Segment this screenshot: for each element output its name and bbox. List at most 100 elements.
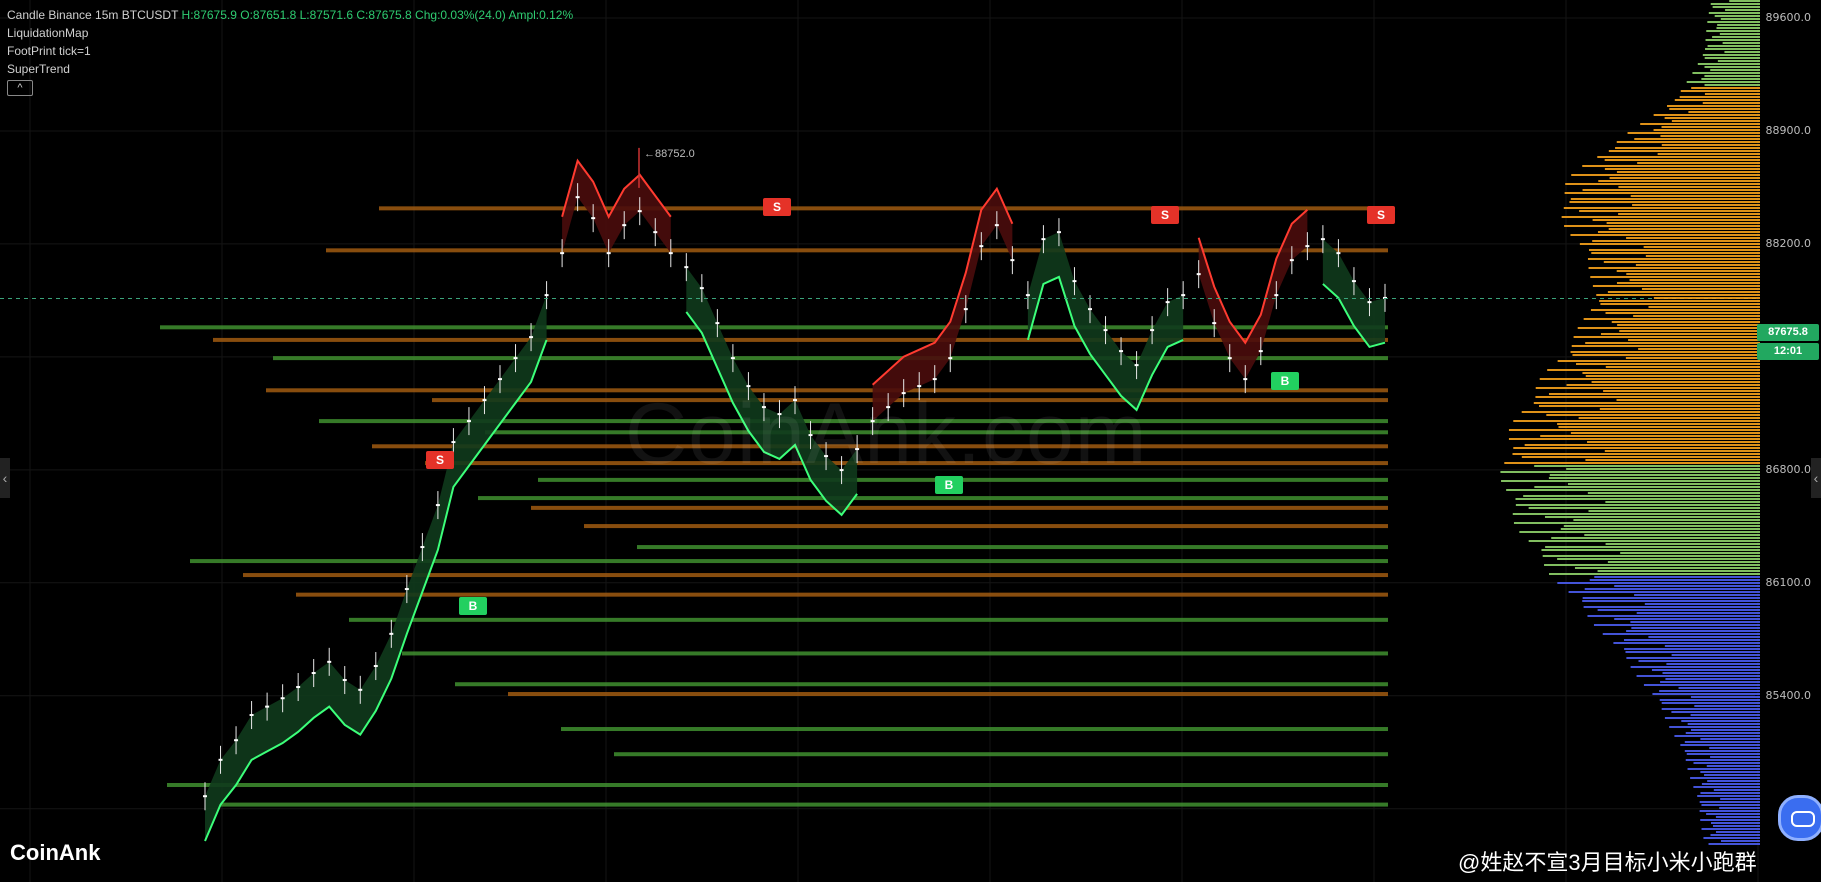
heatmap-bar xyxy=(1599,408,1760,410)
heatmap-bar xyxy=(1568,591,1760,593)
heatmap-bar xyxy=(1512,513,1760,515)
collapse-legend-button[interactable]: ^ xyxy=(7,80,33,96)
heatmap-bar xyxy=(1722,42,1760,44)
heatmap-bar xyxy=(1700,771,1760,773)
heatmap-bar xyxy=(1708,12,1760,14)
heatmap-bar xyxy=(1707,780,1760,782)
heatmap-bar xyxy=(1558,426,1760,428)
liquidation-level xyxy=(584,524,1388,529)
price-tick-label: 89600.0 xyxy=(1765,11,1812,24)
heatmap-bar xyxy=(1544,516,1760,518)
heatmap-bar xyxy=(1674,735,1760,737)
heatmap-bar xyxy=(1705,39,1760,41)
chat-assistant-icon[interactable] xyxy=(1778,795,1821,841)
heatmap-bar xyxy=(1684,750,1760,752)
heatmap-bar xyxy=(1662,672,1760,674)
heatmap-bar xyxy=(1669,726,1760,728)
heatmap-bar xyxy=(1504,462,1760,464)
heatmap-bar xyxy=(1701,783,1760,785)
heatmap-bar xyxy=(1720,798,1760,800)
heatmap-bar xyxy=(1626,657,1760,659)
heatmap-bar xyxy=(1508,438,1760,440)
heatmap-bar xyxy=(1691,729,1760,731)
buy-signal: B xyxy=(459,596,487,615)
heatmap-bar xyxy=(1596,294,1760,296)
heatmap-bar xyxy=(1715,831,1760,833)
heatmap-bar xyxy=(1506,489,1760,491)
heatmap-bar xyxy=(1616,171,1760,173)
heatmap-bar xyxy=(1512,453,1760,455)
heatmap-bar xyxy=(1593,624,1760,626)
heatmap-bar xyxy=(1611,321,1760,323)
heatmap-bar xyxy=(1569,201,1760,203)
heatmap-bar xyxy=(1671,654,1760,656)
liquidation-level xyxy=(508,692,1388,697)
heatmap-bar xyxy=(1626,630,1760,632)
liquidation-level xyxy=(213,337,1388,342)
liquidation-level xyxy=(349,617,1388,622)
heatmap-bar xyxy=(1609,177,1760,179)
heatmap-bar xyxy=(1667,105,1760,107)
heatmap-bar xyxy=(1605,312,1760,314)
brand-logo-text: CoinAnk xyxy=(10,840,101,865)
liquidation-level xyxy=(402,651,1388,656)
heatmap-bar xyxy=(1661,708,1760,710)
heatmap-bar xyxy=(1701,78,1760,80)
heatmap-bar xyxy=(1588,267,1760,269)
heatmap-bar xyxy=(1710,69,1760,71)
heatmap-bar xyxy=(1592,240,1760,242)
heatmap-bar xyxy=(1602,633,1760,635)
heatmap-bar xyxy=(1551,537,1760,539)
heatmap-bar xyxy=(1712,825,1760,827)
heatmap-bar xyxy=(1608,228,1760,230)
heatmap-bar xyxy=(1557,360,1760,362)
heatmap-bar xyxy=(1633,315,1760,317)
heatmap-bar xyxy=(1709,747,1760,749)
liquidation-level xyxy=(455,682,1388,687)
indicator-supertrend[interactable]: SuperTrend xyxy=(7,60,573,78)
heatmap-bar xyxy=(1680,744,1760,746)
heatmap-bar xyxy=(1574,567,1760,569)
heatmap-bar xyxy=(1626,237,1760,239)
indicator-liquidation-map[interactable]: LiquidationMap xyxy=(7,24,573,42)
heatmap-bar xyxy=(1634,138,1760,140)
heatmap-bar xyxy=(1600,333,1760,335)
heatmap-bar xyxy=(1560,528,1760,530)
heatmap-bar xyxy=(1501,480,1760,482)
heatmap-bar xyxy=(1566,384,1760,386)
heatmap-bar xyxy=(1582,189,1760,191)
chevron-left-icon-right[interactable]: ‹ xyxy=(1811,458,1821,498)
heatmap-bar xyxy=(1533,402,1760,404)
heatmap-bar xyxy=(1707,45,1760,47)
liquidation-level xyxy=(326,248,1388,253)
heatmap-bar xyxy=(1515,504,1760,506)
heatmap-bar xyxy=(1688,111,1760,113)
heatmap-bar xyxy=(1705,48,1760,50)
heatmap-bar xyxy=(1704,774,1760,776)
heatmap-bar xyxy=(1714,15,1760,17)
heatmap-bar xyxy=(1710,822,1760,824)
heatmap-bar xyxy=(1690,696,1760,698)
heatmap-bar xyxy=(1638,660,1760,662)
heatmap-bar xyxy=(1591,381,1760,383)
heatmap-bar xyxy=(1535,396,1760,398)
indicator-footprint[interactable]: FootPrint tick=1 xyxy=(7,42,573,60)
heatmap-bar xyxy=(1598,180,1760,182)
sell-signal: S xyxy=(426,451,454,470)
heatmap-bar xyxy=(1515,498,1760,500)
heatmap-bar xyxy=(1583,606,1760,608)
heatmap-bar xyxy=(1631,627,1760,629)
heatmap-bar xyxy=(1710,3,1760,5)
heatmap-bar xyxy=(1719,33,1760,35)
heatmap-bar xyxy=(1706,813,1760,815)
heatmap-bar xyxy=(1615,147,1760,149)
chevron-left-icon[interactable]: ‹ xyxy=(0,458,10,498)
watermark: CoinAnk.com xyxy=(625,386,1148,482)
heatmap-bar xyxy=(1513,420,1760,422)
supertrend-fill xyxy=(205,295,547,841)
heatmap-bar xyxy=(1620,552,1760,554)
heatmap-bar xyxy=(1600,303,1760,305)
heatmap-bar xyxy=(1729,0,1760,2)
heatmap-bar xyxy=(1557,558,1760,560)
heatmap-bar xyxy=(1704,93,1760,95)
